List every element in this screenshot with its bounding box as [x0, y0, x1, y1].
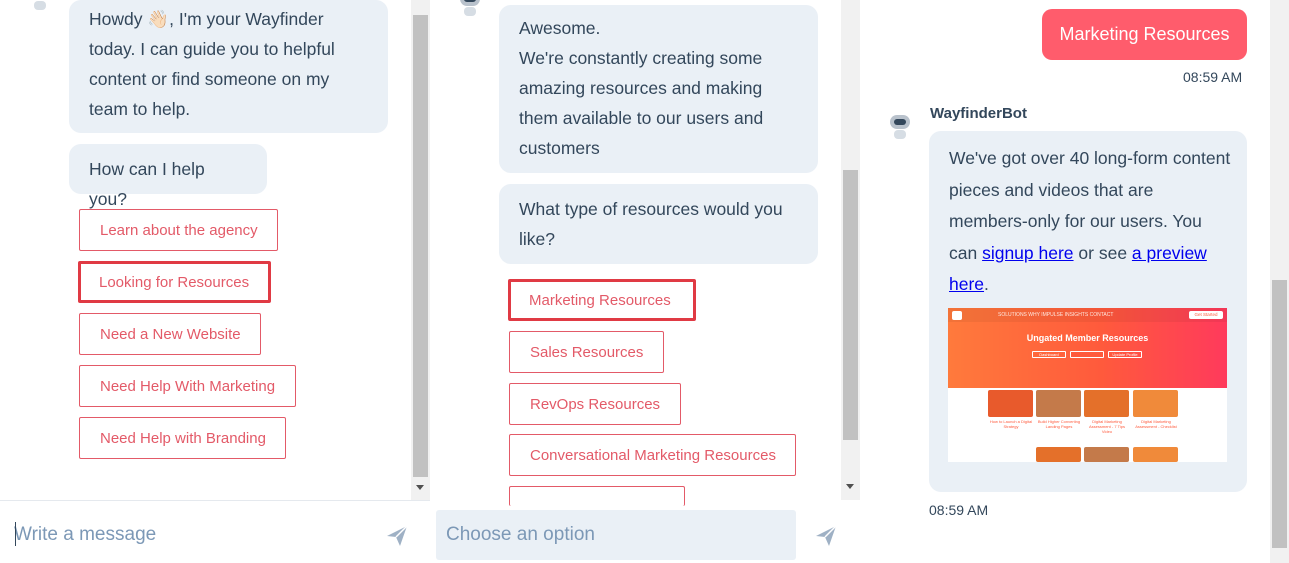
bot-message-awesome: Awesome. We're constantly creating some … [499, 5, 818, 173]
bot-message-text: We're constantly creating some amazing r… [519, 48, 764, 158]
bot-message-timestamp: 08:59 AM [929, 502, 989, 518]
option-need-help-branding[interactable]: Need Help with Branding [79, 417, 286, 459]
send-icon[interactable] [814, 524, 838, 548]
bot-text-segment: or see [1073, 242, 1132, 263]
bot-message-line: Awesome. [519, 18, 601, 38]
bot-message-greeting: Howdy 👋🏻, I'm your Wayfinder today. I ca… [69, 0, 388, 133]
choose-option-field[interactable]: Choose an option [436, 510, 796, 560]
preview-card [1036, 390, 1081, 417]
signup-link[interactable]: signup here [982, 243, 1073, 263]
preview-card [1036, 447, 1081, 462]
scroll-down-arrow-icon[interactable] [846, 484, 854, 489]
preview-cta: Get Started [1189, 311, 1223, 319]
bot-message-question: What type of resources would you like? [499, 184, 818, 264]
bot-avatar-icon [28, 0, 52, 12]
preview-filter [1070, 351, 1104, 358]
preview-card [1133, 447, 1178, 462]
chat-panel-3: Marketing Resources 08:59 AM WayfinderBo… [860, 0, 1289, 563]
option-label: Marketing Resources [529, 291, 671, 309]
bot-avatar-icon [888, 115, 912, 141]
option-label: Need a New Website [100, 325, 241, 343]
preview-filter: Update Profile [1108, 351, 1142, 358]
option-label: RevOps Resources [530, 395, 661, 413]
user-message-bubble: Marketing Resources [1042, 9, 1247, 60]
preview-logo-icon [952, 311, 962, 320]
option-label: Conversational Marketing Resources [530, 446, 776, 464]
scrollbar-thumb[interactable] [843, 170, 858, 440]
user-message-timestamp: 08:59 AM [1183, 69, 1243, 85]
user-message-text: Marketing Resources [1059, 24, 1230, 44]
preview-card [1084, 447, 1129, 462]
option-conversational-marketing-resources[interactable]: Conversational Marketing Resources [509, 434, 796, 476]
bot-message-text: Howdy 👋🏻, I'm your Wayfinder today. I ca… [89, 9, 335, 119]
preview-card-caption: Build Higher Converting Landing Pages [1037, 419, 1081, 429]
preview-image[interactable]: SOLUTIONS WHY IMPULSE INSIGHTS CONTACT G… [948, 308, 1227, 462]
preview-card-caption: How to Launch a Digital Strategy [989, 419, 1033, 429]
preview-card-caption: Digital Marketing Assessment - Checklist [1135, 419, 1177, 429]
option-label: Need Help With Marketing [100, 377, 276, 395]
preview-card [1133, 390, 1178, 417]
preview-filters: Dashboard Update Profile [1032, 351, 1144, 359]
option-need-new-website[interactable]: Need a New Website [79, 313, 261, 355]
message-input[interactable] [14, 520, 364, 550]
choose-option-placeholder: Choose an option [446, 524, 595, 545]
bot-message-text: We've got over 40 long-form content piec… [949, 143, 1234, 301]
preview-filter: Dashboard [1032, 351, 1066, 358]
preview-nav: SOLUTIONS WHY IMPULSE INSIGHTS CONTACT [998, 312, 1114, 318]
option-partially-hidden[interactable] [509, 486, 685, 506]
option-revops-resources[interactable]: RevOps Resources [509, 383, 681, 425]
preview-card [988, 390, 1033, 417]
bot-rich-message: We've got over 40 long-form content piec… [929, 131, 1247, 492]
bot-message-text: How can I help you? [89, 159, 205, 209]
send-icon[interactable] [385, 524, 409, 548]
scrollbar-thumb[interactable] [1272, 280, 1287, 548]
bot-avatar-icon [458, 0, 482, 18]
bot-text-segment: . [984, 274, 989, 294]
option-need-help-marketing[interactable]: Need Help With Marketing [79, 365, 296, 407]
scroll-down-arrow-icon[interactable] [416, 485, 424, 490]
option-learn-about-agency[interactable]: Learn about the agency [79, 209, 278, 251]
preview-card [1084, 390, 1129, 417]
preview-title: Ungated Member Resources [1026, 333, 1149, 343]
preview-card-caption: Digital Marketing Assessment - 7 Tips Vi… [1088, 419, 1125, 434]
scrollbar-thumb[interactable] [413, 15, 428, 477]
chat-panel-2: Awesome. We're constantly creating some … [430, 0, 860, 563]
bot-name: WayfinderBot [930, 105, 1027, 122]
bot-message-text: What type of resources would you like? [519, 199, 783, 249]
bot-message-prompt: How can I help you? [69, 144, 267, 209]
option-marketing-resources[interactable]: Marketing Resources [508, 279, 696, 321]
chat-panel-1: Howdy 👋🏻, I'm your Wayfinder today. I ca… [0, 0, 430, 563]
text-caret [15, 522, 16, 546]
option-sales-resources[interactable]: Sales Resources [509, 331, 664, 373]
option-label: Learn about the agency [100, 221, 258, 239]
option-label: Looking for Resources [99, 273, 250, 291]
option-label: Sales Resources [530, 343, 644, 361]
option-looking-for-resources[interactable]: Looking for Resources [78, 261, 271, 303]
option-label: Need Help with Branding [100, 429, 266, 447]
